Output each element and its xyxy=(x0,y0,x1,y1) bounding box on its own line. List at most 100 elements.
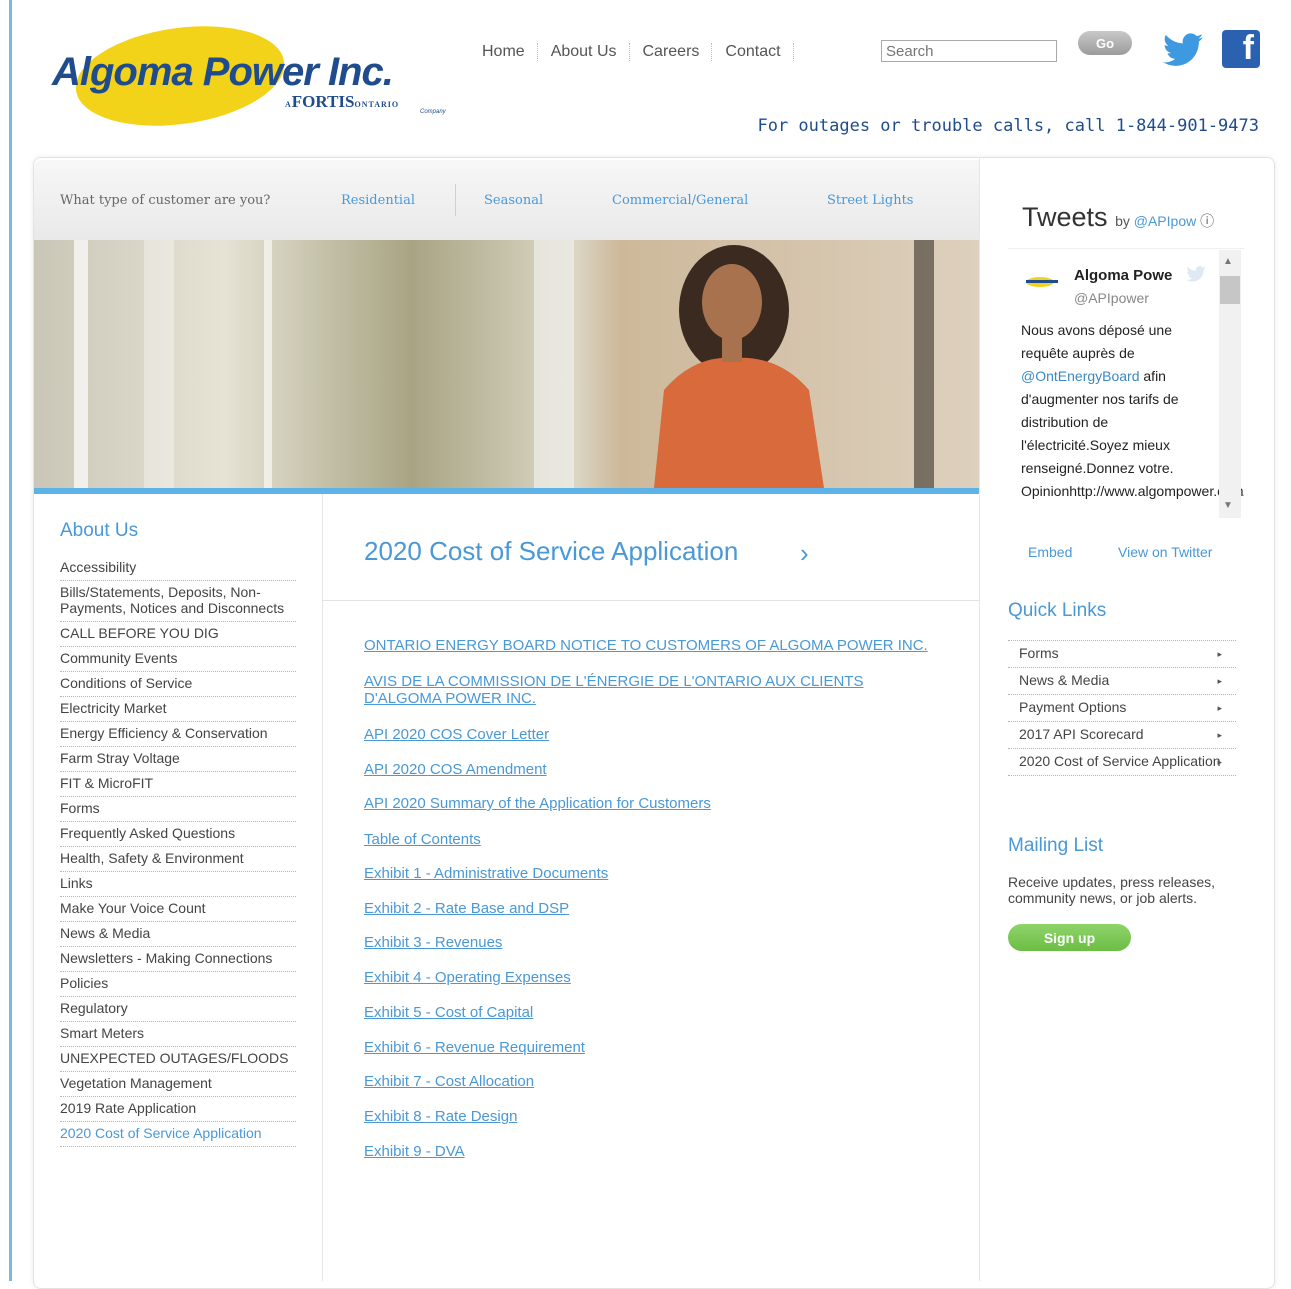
chevron-right-icon: ▸ xyxy=(1217,730,1222,740)
chevron-right-icon: ▸ xyxy=(1217,649,1222,659)
customer-type-seasonal[interactable]: Seasonal xyxy=(484,193,543,208)
page-title: 2020 Cost of Service Application xyxy=(364,536,739,566)
sidebar-heading: About Us xyxy=(60,520,139,541)
doc-link[interactable]: Exhibit 3 - Revenues xyxy=(364,934,944,951)
tweet-author-name[interactable]: Algoma Powe xyxy=(1074,267,1172,284)
doc-link[interactable]: Table of Contents xyxy=(364,831,944,848)
quick-links-list: Forms ▸ News & Media ▸ Payment Options ▸ 20… xyxy=(1008,640,1236,776)
nav-home[interactable]: Home xyxy=(470,43,537,61)
sidebar-item[interactable]: Newsletters - Making Connections xyxy=(60,947,296,972)
sidebar-item-active[interactable]: 2020 Cost of Service Application xyxy=(60,1122,296,1147)
sidebar-item[interactable]: CALL BEFORE YOU DIG xyxy=(60,622,296,647)
outage-phone-text: For outages or trouble calls, call 1-844… xyxy=(757,116,1259,136)
sidebar-item[interactable]: UNEXPECTED OUTAGES/FLOODS xyxy=(60,1047,296,1072)
doc-link[interactable]: ONTARIO ENERGY BOARD NOTICE TO CUSTOMERS… xyxy=(364,637,944,654)
sidebar-item[interactable]: Forms xyxy=(60,797,296,822)
tweet-text: Nous avons déposé une requête auprès de … xyxy=(1021,322,1244,499)
search-go-button[interactable]: Go xyxy=(1078,31,1132,55)
customer-type-divider xyxy=(455,184,456,216)
quick-link-forms[interactable]: Forms ▸ xyxy=(1008,641,1236,668)
sidebar-item[interactable]: Energy Efficiency & Conservation xyxy=(60,722,296,747)
facebook-icon[interactable]: f xyxy=(1222,29,1260,68)
doc-link[interactable]: API 2020 Summary of the Application for … xyxy=(364,795,944,812)
column-divider xyxy=(979,157,980,1281)
view-on-twitter-link[interactable]: View on Twitter xyxy=(1118,544,1212,560)
mailing-list-heading: Mailing List xyxy=(1008,835,1104,856)
tweet-mention[interactable]: @OntEnergyBoard xyxy=(1021,368,1140,384)
mailing-list-description: Receive updates, press releases, communi… xyxy=(1008,874,1215,906)
logo-company-text: Company xyxy=(420,109,446,115)
sign-up-button[interactable]: Sign up xyxy=(1008,924,1131,951)
twitter-timeline[interactable]: Algoma Powe @APIpower Nous avons déposé … xyxy=(1008,248,1244,521)
doc-link[interactable]: Exhibit 1 - Administrative Documents xyxy=(364,865,944,882)
sidebar-item[interactable]: Policies xyxy=(60,972,296,997)
quick-link-scorecard[interactable]: 2017 API Scorecard ▸ xyxy=(1008,722,1236,749)
sidebar-item[interactable]: Bills/Statements, Deposits, Non-Payments… xyxy=(60,581,296,622)
sidebar-item[interactable]: Farm Stray Voltage xyxy=(60,747,296,772)
company-logo[interactable]: Algoma Power Inc. AFORTISONTARIO Company xyxy=(50,13,450,139)
doc-link[interactable]: Exhibit 7 - Cost Allocation xyxy=(364,1073,944,1090)
quick-link-cost-of-service[interactable]: 2020 Cost of Service Application ▸ xyxy=(1008,749,1236,776)
quick-links-heading: Quick Links xyxy=(1008,600,1107,621)
sidebar-item[interactable]: Health, Safety & Environment xyxy=(60,847,296,872)
sidebar-item[interactable]: Electricity Market xyxy=(60,697,296,722)
hero-person-illustration xyxy=(654,245,824,488)
tweet-scrollbar[interactable]: ▲ ▼ xyxy=(1219,250,1241,518)
sidebar-item[interactable]: Smart Meters xyxy=(60,1022,296,1047)
logo-brand-text: Algoma Power Inc. xyxy=(52,50,394,94)
sidebar-item[interactable]: Links xyxy=(60,872,296,897)
tweets-heading: Tweets by @APIpow ⓘ xyxy=(1022,202,1215,232)
logo-fortis-text: AFORTISONTARIO xyxy=(285,92,400,111)
twitter-icon[interactable] xyxy=(1163,33,1203,67)
tweet-author-handle[interactable]: @APIpower xyxy=(1074,290,1149,306)
nav-careers[interactable]: Careers xyxy=(631,43,712,61)
left-accent-bar xyxy=(9,0,12,1281)
sidebar-item[interactable]: Make Your Voice Count xyxy=(60,897,296,922)
doc-link[interactable]: Exhibit 2 - Rate Base and DSP xyxy=(364,900,944,917)
sidebar-item[interactable]: 2019 Rate Application xyxy=(60,1097,296,1122)
hero-image xyxy=(34,240,979,488)
tweet-avatar xyxy=(1026,277,1058,287)
doc-link[interactable]: Exhibit 8 - Rate Design xyxy=(364,1108,944,1125)
doc-link[interactable]: Exhibit 9 - DVA xyxy=(364,1143,944,1160)
scroll-down-arrow-icon[interactable]: ▼ xyxy=(1223,500,1233,511)
search-input[interactable] xyxy=(881,40,1057,62)
chevron-right-icon: ▸ xyxy=(1217,757,1222,767)
document-list: ONTARIO ENERGY BOARD NOTICE TO CUSTOMERS… xyxy=(364,637,944,1160)
sidebar-item[interactable]: FIT & MicroFIT xyxy=(60,772,296,797)
doc-link[interactable]: Exhibit 5 - Cost of Capital xyxy=(364,1004,944,1021)
doc-link[interactable]: Exhibit 6 - Revenue Requirement xyxy=(364,1039,944,1056)
chevron-right-icon: › xyxy=(800,538,809,568)
sidebar-item[interactable]: News & Media xyxy=(60,922,296,947)
embed-link[interactable]: Embed xyxy=(1028,544,1072,560)
nav-divider xyxy=(792,43,795,61)
sidebar-item[interactable]: Regulatory xyxy=(60,997,296,1022)
chevron-right-icon: ▸ xyxy=(1217,703,1222,713)
doc-link[interactable]: API 2020 COS Cover Letter xyxy=(364,726,944,743)
sidebar-item[interactable]: Vegetation Management xyxy=(60,1072,296,1097)
nav-about-us[interactable]: About Us xyxy=(539,43,629,61)
content-divider xyxy=(323,600,979,601)
top-nav: Home About Us Careers Contact xyxy=(470,40,795,64)
hero-accent-bar xyxy=(34,488,979,494)
about-us-sidebar: About Us Accessibility Bills/Statements,… xyxy=(60,520,296,1147)
sidebar-item[interactable]: Frequently Asked Questions xyxy=(60,822,296,847)
customer-type-question: What type of customer are you? xyxy=(60,193,271,208)
chevron-right-icon: ▸ xyxy=(1217,676,1222,686)
sidebar-item[interactable]: Community Events xyxy=(60,647,296,672)
quick-link-news-media[interactable]: News & Media ▸ xyxy=(1008,668,1236,695)
customer-type-street-lights[interactable]: Street Lights xyxy=(827,193,913,208)
customer-type-commercial[interactable]: Commercial/General xyxy=(612,193,748,208)
sidebar-item[interactable]: Conditions of Service xyxy=(60,672,296,697)
doc-link[interactable]: Exhibit 4 - Operating Expenses xyxy=(364,969,944,986)
column-divider xyxy=(322,494,323,1281)
scroll-up-arrow-icon[interactable]: ▲ xyxy=(1223,256,1233,267)
sidebar-item[interactable]: Accessibility xyxy=(60,556,296,581)
doc-link[interactable]: API 2020 COS Amendment xyxy=(364,761,944,778)
customer-type-bar: What type of customer are you? Residenti… xyxy=(34,160,979,240)
nav-contact[interactable]: Contact xyxy=(713,43,792,61)
customer-type-residential[interactable]: Residential xyxy=(341,193,415,208)
doc-link[interactable]: AVIS DE LA COMMISSION DE L'ÉNERGIE DE L'… xyxy=(364,673,944,707)
quick-link-payment-options[interactable]: Payment Options ▸ xyxy=(1008,695,1236,722)
scrollbar-thumb[interactable] xyxy=(1220,276,1240,304)
